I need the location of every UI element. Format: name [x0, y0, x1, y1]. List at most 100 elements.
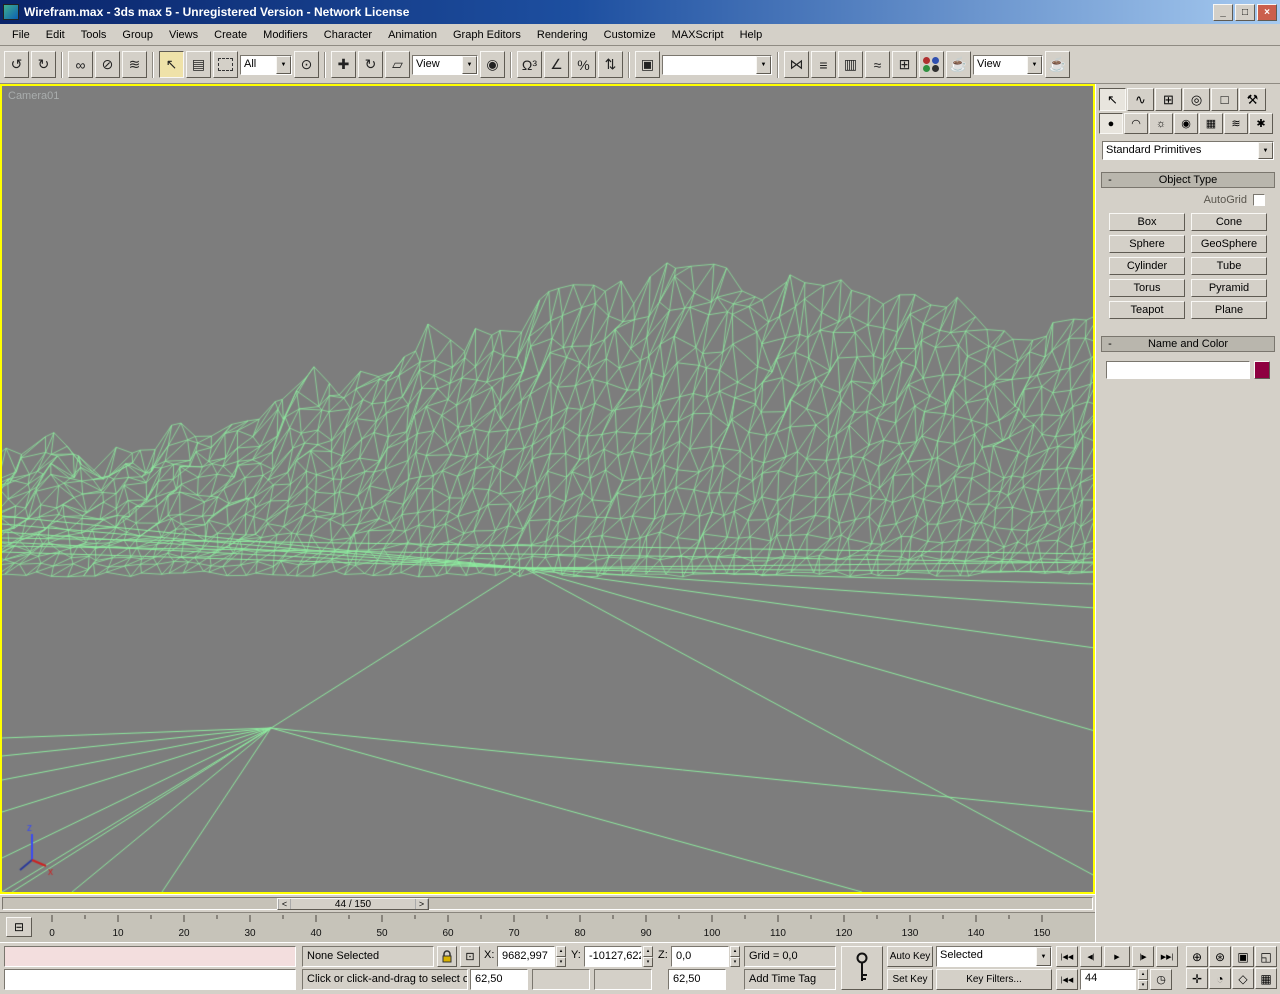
- track-bar-field[interactable]: [532, 969, 590, 990]
- open-mini-curve-editor-button[interactable]: ⊟: [6, 917, 32, 937]
- maxscript-listener-macro-row[interactable]: [4, 946, 296, 967]
- next-frame-button[interactable]: |▶: [1132, 946, 1154, 967]
- redo-icon[interactable]: ↻: [31, 51, 56, 78]
- close-button[interactable]: ×: [1257, 4, 1277, 21]
- render-type-dropdown[interactable]: View▼: [973, 55, 1043, 75]
- chevron-down-icon[interactable]: ▼: [1027, 56, 1042, 74]
- frame-spinner[interactable]: ▴▾: [1138, 969, 1148, 990]
- time-slider-thumb[interactable]: < 44 / 150 >: [277, 898, 429, 910]
- minimize-button[interactable]: _: [1213, 4, 1233, 21]
- undo-icon[interactable]: ↺: [4, 51, 29, 78]
- edit-named-selection-sets-icon[interactable]: ▣: [635, 51, 660, 78]
- key-mode-toggle-button[interactable]: |◀◀: [1056, 969, 1078, 990]
- material-editor-icon[interactable]: [919, 51, 944, 78]
- tab-hierarchy[interactable]: ⊞: [1155, 88, 1182, 111]
- menu-item-tools[interactable]: Tools: [73, 27, 115, 43]
- auto-key-button[interactable]: Auto Key: [887, 946, 933, 967]
- set-key-icon[interactable]: [841, 946, 883, 990]
- chevron-down-icon[interactable]: ▼: [462, 56, 477, 74]
- track-bar-field[interactable]: [594, 969, 652, 990]
- menu-item-create[interactable]: Create: [206, 27, 255, 43]
- curve-editor-icon[interactable]: ≈: [865, 51, 890, 78]
- menu-item-group[interactable]: Group: [114, 27, 161, 43]
- render-scene-icon[interactable]: ☕: [946, 51, 971, 78]
- reference-coordinate-system-dropdown[interactable]: View▼: [412, 55, 478, 75]
- add-time-tag[interactable]: Add Time Tag: [744, 969, 836, 990]
- use-pivot-point-icon[interactable]: ◉: [480, 51, 505, 78]
- key-selection-dropdown[interactable]: Selected ▼: [936, 946, 1052, 967]
- timeline-ruler[interactable]: ⊟ 0102030405060708090100110120130140150: [0, 912, 1095, 942]
- menu-item-character[interactable]: Character: [316, 27, 380, 43]
- window-crossing-toggle-icon[interactable]: ⊙: [294, 51, 319, 78]
- menu-item-views[interactable]: Views: [161, 27, 206, 43]
- select-object-icon[interactable]: ↖: [159, 51, 184, 78]
- object-type-cylinder[interactable]: Cylinder: [1109, 257, 1185, 275]
- autogrid-checkbox[interactable]: [1253, 194, 1265, 206]
- select-and-link-icon[interactable]: ∞: [68, 51, 93, 78]
- select-by-name-icon[interactable]: ▤: [186, 51, 211, 78]
- tab-modify[interactable]: ∿: [1127, 88, 1154, 111]
- unlink-selection-icon[interactable]: ⊘: [95, 51, 120, 78]
- previous-frame-button[interactable]: ◀|: [1080, 946, 1102, 967]
- object-type-plane[interactable]: Plane: [1191, 301, 1267, 319]
- category-geometry[interactable]: ●: [1099, 113, 1123, 134]
- maxscript-listener-row[interactable]: [4, 969, 296, 990]
- object-type-sphere[interactable]: Sphere: [1109, 235, 1185, 253]
- menu-item-graph-editors[interactable]: Graph Editors: [445, 27, 529, 43]
- name-color-rollout-header[interactable]: - Name and Color: [1101, 336, 1275, 352]
- object-name-input[interactable]: [1106, 361, 1250, 379]
- select-and-move-icon[interactable]: ✚: [331, 51, 356, 78]
- percent-snap-toggle-icon[interactable]: %: [571, 51, 596, 78]
- go-to-end-button[interactable]: ▶▶|: [1156, 946, 1178, 967]
- menu-item-rendering[interactable]: Rendering: [529, 27, 596, 43]
- align-icon[interactable]: ≡: [811, 51, 836, 78]
- chevron-down-icon[interactable]: ▼: [756, 56, 771, 74]
- category-cameras[interactable]: ◉: [1174, 113, 1198, 134]
- tab-motion[interactable]: ◎: [1183, 88, 1210, 111]
- zoom-region-icon[interactable]: ◱: [1255, 946, 1277, 967]
- key-filters-button[interactable]: Key Filters...: [936, 969, 1052, 990]
- set-key-button[interactable]: Set Key: [887, 969, 933, 990]
- object-type-torus[interactable]: Torus: [1109, 279, 1185, 297]
- menu-item-help[interactable]: Help: [732, 27, 771, 43]
- tab-create[interactable]: ↖: [1099, 88, 1126, 111]
- absolute-mode-toggle-icon[interactable]: ⊡: [460, 946, 480, 967]
- object-type-box[interactable]: Box: [1109, 213, 1185, 231]
- min-max-toggle-icon[interactable]: ▦: [1255, 968, 1277, 989]
- y-spinner[interactable]: ▴▾: [643, 946, 653, 967]
- category-space-warps[interactable]: ≋: [1224, 113, 1248, 134]
- object-type-pyramid[interactable]: Pyramid: [1191, 279, 1267, 297]
- snap-toggle-3d-icon[interactable]: Ω³: [517, 51, 542, 78]
- object-type-tube[interactable]: Tube: [1191, 257, 1267, 275]
- menu-item-customize[interactable]: Customize: [596, 27, 664, 43]
- z-coordinate-field[interactable]: 0,0: [671, 946, 729, 967]
- field-of-view-icon[interactable]: ◇: [1232, 968, 1254, 989]
- menu-item-maxscript[interactable]: MAXScript: [664, 27, 732, 43]
- track-bar-field[interactable]: 62,50: [668, 969, 726, 990]
- menu-item-modifiers[interactable]: Modifiers: [255, 27, 316, 43]
- go-to-start-button[interactable]: |◀◀: [1056, 946, 1078, 967]
- track-bar-field[interactable]: 62,50: [470, 969, 528, 990]
- object-type-geosphere[interactable]: GeoSphere: [1191, 235, 1267, 253]
- primitive-class-dropdown[interactable]: Standard Primitives ▼: [1102, 141, 1274, 160]
- selection-lock-icon[interactable]: [437, 946, 457, 967]
- object-type-cone[interactable]: Cone: [1191, 213, 1267, 231]
- object-type-rollout-header[interactable]: - Object Type: [1101, 172, 1275, 188]
- x-coordinate-field[interactable]: 9682,997: [497, 946, 555, 967]
- layer-manager-icon[interactable]: ▥: [838, 51, 863, 78]
- next-frame-arrow[interactable]: >: [415, 899, 428, 909]
- zoom-extents-icon[interactable]: ▣: [1232, 946, 1254, 967]
- chevron-down-icon[interactable]: ▼: [1258, 142, 1273, 159]
- zoom-all-icon[interactable]: ⊛: [1209, 946, 1231, 967]
- quick-render-icon[interactable]: ☕: [1045, 51, 1070, 78]
- selection-filter-dropdown[interactable]: All▼: [240, 55, 292, 75]
- x-spinner[interactable]: ▴▾: [556, 946, 566, 967]
- previous-frame-arrow[interactable]: <: [278, 899, 291, 909]
- chevron-down-icon[interactable]: ▼: [276, 56, 291, 74]
- y-coordinate-field[interactable]: -10127,622: [584, 946, 642, 967]
- restore-button[interactable]: □: [1235, 4, 1255, 21]
- named-selection-sets-dropdown[interactable]: ▼: [662, 55, 772, 75]
- category-shapes[interactable]: ◠: [1124, 113, 1148, 134]
- mirror-icon[interactable]: ⋈: [784, 51, 809, 78]
- tab-utilities[interactable]: ⚒: [1239, 88, 1266, 111]
